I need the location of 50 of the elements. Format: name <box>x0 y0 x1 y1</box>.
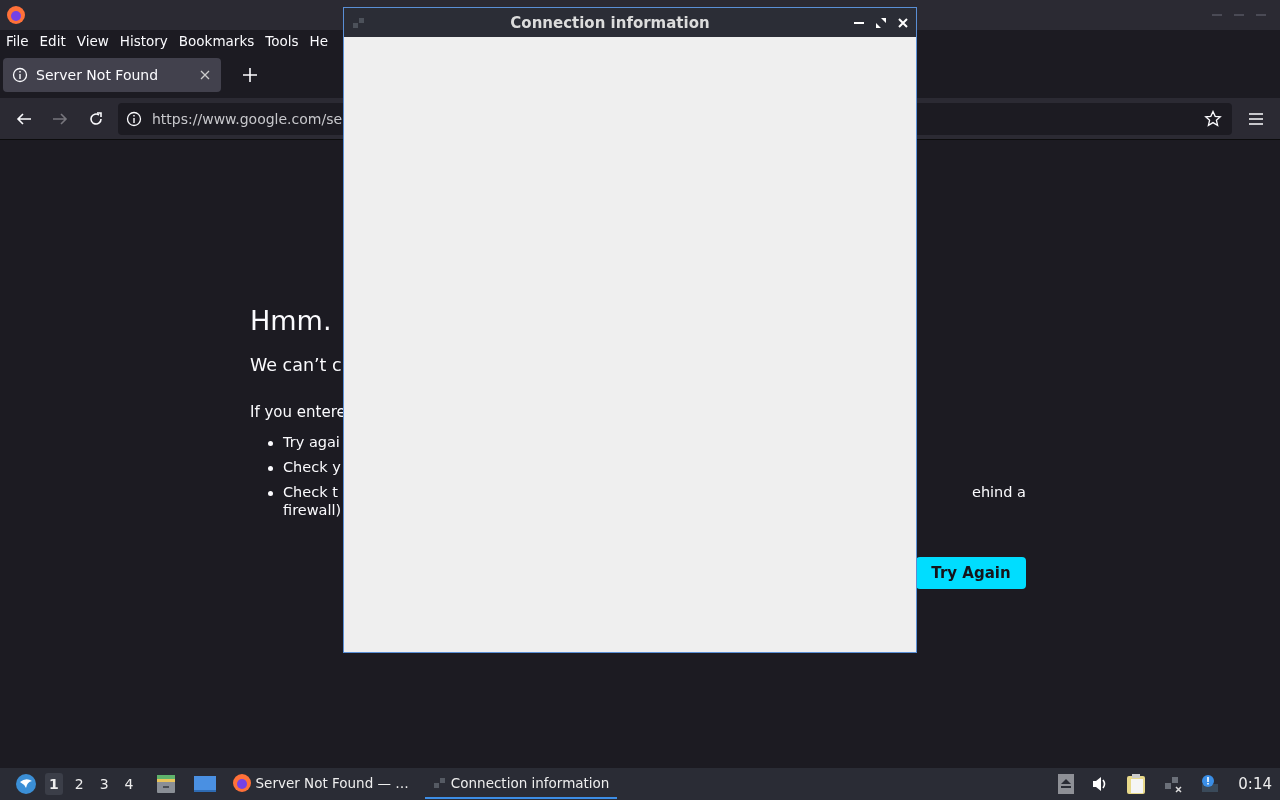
menu-icon[interactable] <box>1248 111 1264 126</box>
taskbar-task[interactable]: Connection information <box>424 769 618 799</box>
forward-icon[interactable] <box>52 110 68 127</box>
maximize-icon[interactable] <box>876 17 886 28</box>
dialog-title: Connection information <box>509 13 711 32</box>
bullet-text: Check t <box>283 483 338 501</box>
bullet-text: firewall) <box>283 501 343 519</box>
desktop-icon[interactable] <box>193 775 216 793</box>
desktop-switch[interactable]: 3 <box>95 773 113 795</box>
bullet-text: Try agai <box>283 433 340 451</box>
reload-icon[interactable] <box>88 110 104 127</box>
close-icon[interactable] <box>200 70 210 80</box>
notification-icon[interactable] <box>1200 774 1221 794</box>
eject-icon[interactable] <box>1058 774 1075 794</box>
taskbar-task[interactable]: Server Not Found — … <box>223 769 417 799</box>
tab-title: Server Not Found <box>36 67 160 83</box>
try-again-button[interactable]: Try Again <box>916 557 1026 589</box>
info-icon <box>126 110 142 127</box>
bullet-icon <box>268 441 273 446</box>
bullet-icon <box>268 466 273 471</box>
file-cabinet-icon[interactable] <box>155 774 176 794</box>
menu-item[interactable]: File <box>6 33 29 49</box>
error-heading: Hmm. <box>250 304 333 338</box>
bullet-icon <box>268 491 273 496</box>
url-text: https://www.google.com/se <box>152 110 344 127</box>
start-menu-icon[interactable] <box>15 773 37 795</box>
network-icon <box>352 15 366 30</box>
network-icon <box>432 776 447 790</box>
error-subheading: We can’t c <box>250 355 343 375</box>
menu-item[interactable]: Edit <box>39 33 66 49</box>
clipboard-icon[interactable] <box>1126 773 1147 795</box>
bullet-text: ehind a <box>971 483 1026 501</box>
menu-item[interactable]: History <box>119 33 168 49</box>
browser-tab[interactable]: Server Not Found <box>3 58 221 92</box>
menu-item[interactable]: Tools <box>265 33 299 49</box>
menu-item[interactable]: Bookmarks <box>178 33 255 49</box>
desktop-switch[interactable]: 1 <box>45 773 63 795</box>
info-icon <box>12 67 28 83</box>
menu-item[interactable]: He <box>309 33 328 49</box>
desktop-switch[interactable]: 4 <box>120 773 138 795</box>
star-icon[interactable] <box>1204 109 1222 128</box>
browser-logo-icon <box>231 773 252 793</box>
bullet-text: Check y <box>283 458 341 476</box>
back-icon[interactable] <box>16 110 32 127</box>
clock: 0:14 <box>1238 775 1272 793</box>
new-tab-icon[interactable] <box>243 68 257 82</box>
network-icon[interactable] <box>1164 775 1183 793</box>
desktop-switch[interactable]: 2 <box>70 773 88 795</box>
browser-logo-icon <box>6 5 26 25</box>
menu-item[interactable]: View <box>76 33 109 49</box>
